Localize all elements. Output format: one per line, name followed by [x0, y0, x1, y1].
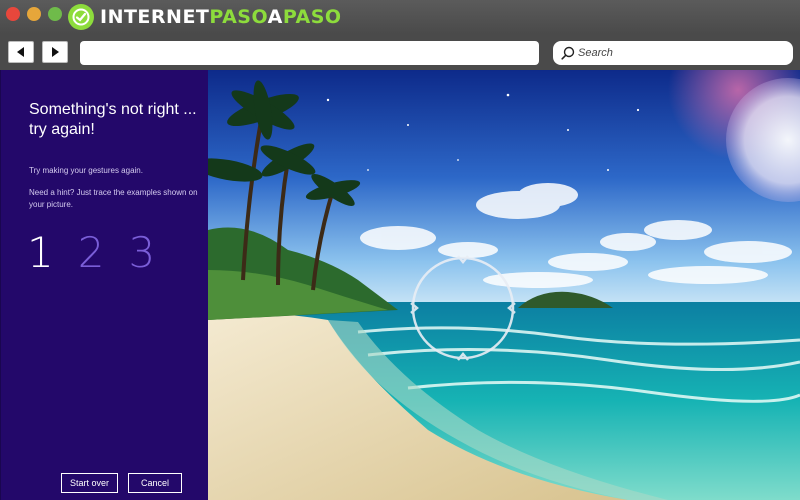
back-button[interactable] [8, 41, 34, 63]
forward-button[interactable] [42, 41, 68, 63]
brand-name-part-3: A [267, 6, 283, 28]
gesture-step-2: 2 [77, 228, 105, 277]
panel-title: Something's not right ... try again! [29, 101, 197, 138]
back-arrow-icon [17, 47, 24, 57]
cancel-button[interactable]: Cancel [128, 473, 182, 493]
brand-name-part-1: INTERNET [100, 6, 210, 28]
browser-title-bar: INTERNETPASOAPASO [0, 0, 800, 34]
password-picture[interactable] [208, 70, 800, 500]
search-input[interactable] [578, 47, 778, 59]
start-over-button[interactable]: Start over [61, 473, 118, 493]
search-box[interactable] [553, 41, 793, 65]
brand-name: INTERNETPASOAPASO [100, 6, 342, 28]
picture-password-panel: Something's not right ... try again! Try… [0, 70, 208, 500]
brand-logo-icon [68, 4, 94, 30]
minimize-window-button[interactable] [27, 7, 41, 21]
brand-name-part-2: PASO [209, 6, 268, 28]
gesture-step-3: 3 [128, 228, 156, 277]
instruction-text: Try making your gestures again. [29, 166, 143, 175]
maximize-window-button[interactable] [48, 7, 62, 21]
close-window-button[interactable] [6, 7, 20, 21]
address-bar[interactable] [80, 41, 539, 65]
browser-toolbar [0, 34, 800, 70]
gesture-step-1: 1 [27, 228, 54, 277]
gesture-steps: 1 2 3 [27, 230, 179, 276]
site-brand: INTERNETPASOAPASO [68, 3, 342, 31]
search-icon [561, 46, 575, 60]
hint-text: Need a hint? Just trace the examples sho… [29, 188, 198, 209]
forward-arrow-icon [52, 47, 59, 57]
picture-password-screen: Something's not right ... try again! Try… [0, 70, 800, 500]
beach-picture [208, 70, 800, 500]
brand-name-part-4: PASO [282, 6, 342, 28]
